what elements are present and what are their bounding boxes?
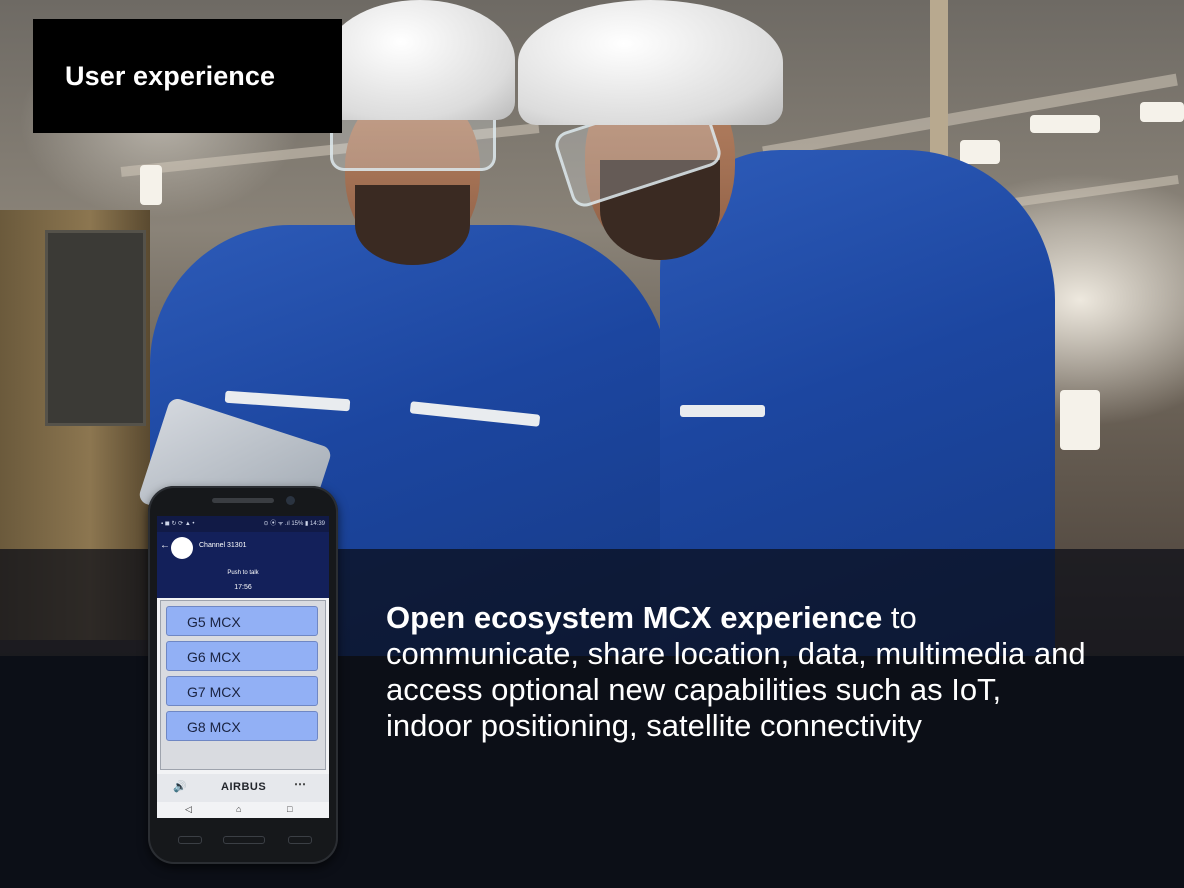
group-button-g7[interactable]: G7 MCX <box>166 676 318 706</box>
ptt-label: Push to talk <box>227 570 259 576</box>
airbus-logo: AIRBUS <box>221 781 267 793</box>
phone-speaker <box>212 498 274 503</box>
worker-left-beard <box>355 185 470 265</box>
phone-screen: ▪ ◼ ↻ ⟳ ▲ • ⊙ ⦿ ᯤ .ıl 15% ▮ 14:39 ← Chan… <box>157 516 329 818</box>
push-to-talk-area[interactable]: Push to talk 17:56 <box>157 566 329 598</box>
ceiling-light <box>140 165 162 205</box>
group-button-g5[interactable]: G5 MCX <box>166 606 318 636</box>
arrow-left-icon[interactable]: ← <box>160 540 170 551</box>
phone-mockup: ▪ ◼ ↻ ⟳ ▲ • ⊙ ⦿ ᯤ .ıl 15% ▮ 14:39 ← Chan… <box>148 486 338 864</box>
android-nav-bar: ◁ ⌂ □ <box>157 802 329 818</box>
group-button-g6[interactable]: G6 MCX <box>166 641 318 671</box>
app-header: ← Channel 31301 <box>157 532 329 566</box>
reflective-stripe <box>680 405 765 417</box>
hardware-key <box>288 836 312 844</box>
speaker-icon[interactable]: 🔊 <box>173 780 187 793</box>
worker-right-helmet <box>518 0 783 125</box>
home-icon[interactable]: ⌂ <box>236 804 241 814</box>
phone-bottom-bar: 🔊 AIRBUS ⋯ <box>157 774 329 802</box>
ceiling-light <box>960 140 1000 164</box>
status-icons-right: ⊙ ⦿ ᯤ .ıl 15% ▮ 14:39 <box>263 521 326 527</box>
description: Open ecosystem MCX experience to communi… <box>386 600 1086 744</box>
status-bar: ▪ ◼ ↻ ⟳ ▲ • ⊙ ⦿ ᯤ .ıl 15% ▮ 14:39 <box>157 516 329 532</box>
ceiling-light <box>1030 115 1100 133</box>
channel-avatar <box>171 537 193 559</box>
more-dots-icon[interactable]: ⋯ <box>294 777 306 791</box>
hardware-key <box>178 836 202 844</box>
phone-camera <box>286 496 295 505</box>
ceiling-light <box>1140 102 1184 122</box>
title-box: User experience <box>33 19 342 133</box>
hardware-home-key <box>223 836 265 844</box>
channel-name: Channel 31301 <box>199 542 247 549</box>
description-bold: Open ecosystem MCX experience <box>386 600 883 635</box>
group-list: G5 MCX G6 MCX G7 MCX G8 MCX <box>160 600 326 770</box>
slide: User experience Open ecosystem MCX exper… <box>0 0 1184 888</box>
square-recent-icon[interactable]: □ <box>287 804 292 814</box>
worker-left-helmet <box>325 0 515 120</box>
group-button-g8[interactable]: G8 MCX <box>166 711 318 741</box>
ceiling-light <box>1060 390 1100 450</box>
triangle-back-icon[interactable]: ◁ <box>185 804 192 815</box>
ptt-time: 17:56 <box>234 584 252 591</box>
slide-title: User experience <box>65 61 276 91</box>
status-icons-left: ▪ ◼ ↻ ⟳ ▲ • <box>161 521 195 527</box>
